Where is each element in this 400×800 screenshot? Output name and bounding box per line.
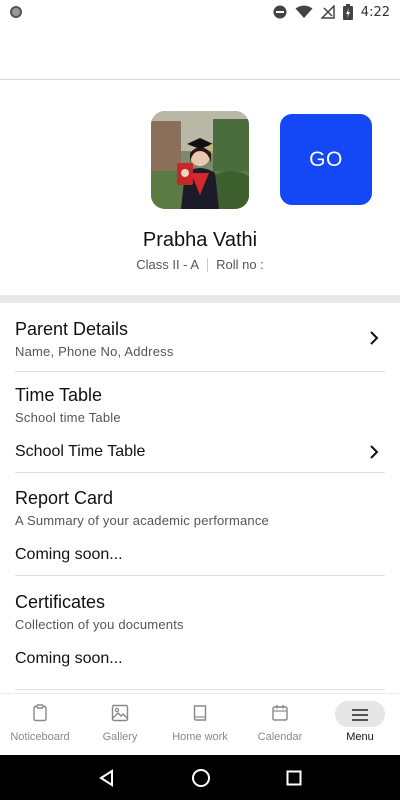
time-table-item: Time Table School time Table [15, 385, 385, 425]
divider [15, 689, 385, 690]
avatar[interactable] [151, 111, 249, 209]
no-signal-icon [320, 5, 335, 19]
certificates-title: Certificates [15, 592, 106, 612]
student-name: Prabha Vathi [142, 229, 258, 251]
certificates-status-label: Coming soon... [15, 650, 123, 667]
profile-card: GO Prabha Vathi Class II - A Roll no : [0, 80, 400, 296]
class-label: Class II - A [136, 257, 200, 272]
status-bar: 4:22 [0, 0, 400, 24]
parent-details-title: Parent Details [15, 319, 129, 339]
nav-gallery-label: Gallery [102, 731, 138, 743]
clipboard-icon [33, 704, 47, 722]
student-meta: Class II - A Roll no : [0, 257, 400, 272]
calendar-icon [272, 705, 288, 721]
parent-details-item[interactable]: Parent Details Name, Phone No, Address [15, 319, 385, 359]
nav-homework-label: Home work [172, 731, 228, 743]
report-card-title: Report Card [15, 488, 114, 508]
parent-details-subtitle: Name, Phone No, Address [15, 344, 174, 359]
image-icon [111, 704, 129, 722]
nav-noticeboard-label: Noticeboard [10, 731, 70, 743]
menu-icon [352, 709, 368, 721]
do-not-disturb-icon [273, 5, 287, 19]
nav-menu-label: Menu [346, 731, 374, 743]
nav-menu[interactable]: Menu [320, 694, 400, 755]
certificates-status: Coming soon... [15, 650, 385, 668]
bottom-nav: Noticeboard Gallery Home work Calendar M… [0, 693, 400, 755]
menu-list: Parent Details Name, Phone No, Address T… [0, 303, 400, 693]
record-dot-icon [10, 6, 22, 18]
nav-calendar[interactable]: Calendar [240, 694, 320, 755]
report-card-subtitle: A Summary of your academic performance [15, 513, 269, 528]
divider [15, 472, 385, 473]
recents-icon[interactable] [286, 770, 302, 786]
time-table-subtitle: School time Table [15, 410, 121, 425]
system-nav-bar [0, 755, 400, 800]
roll-label: Roll no : [216, 257, 264, 272]
wifi-icon [295, 5, 313, 18]
home-icon[interactable] [191, 768, 211, 788]
certificates-item: Certificates Collection of you documents [15, 592, 385, 632]
report-card-status-label: Coming soon... [15, 546, 123, 563]
meta-separator [207, 257, 209, 272]
book-icon [193, 705, 207, 721]
back-icon[interactable] [98, 768, 116, 787]
report-card-status: Coming soon... [15, 546, 385, 564]
time-table-title: Time Table [15, 385, 103, 405]
school-time-table-label: School Time Table [15, 443, 146, 460]
school-time-table-row[interactable]: School Time Table [15, 443, 385, 461]
nav-homework[interactable]: Home work [160, 694, 240, 755]
certificates-subtitle: Collection of you documents [15, 617, 184, 632]
section-divider [0, 295, 400, 303]
chevron-right-icon[interactable] [369, 445, 379, 459]
report-card-item: Report Card A Summary of your academic p… [15, 488, 385, 528]
divider [15, 371, 385, 372]
battery-charging-icon [342, 4, 353, 20]
nav-noticeboard[interactable]: Noticeboard [0, 694, 80, 755]
nav-gallery[interactable]: Gallery [80, 694, 160, 755]
go-button[interactable]: GO [280, 114, 372, 205]
chevron-right-icon[interactable] [369, 331, 379, 345]
app-header [0, 24, 400, 80]
divider [15, 575, 385, 576]
status-time: 4:22 [360, 4, 390, 20]
nav-calendar-label: Calendar [257, 731, 303, 743]
